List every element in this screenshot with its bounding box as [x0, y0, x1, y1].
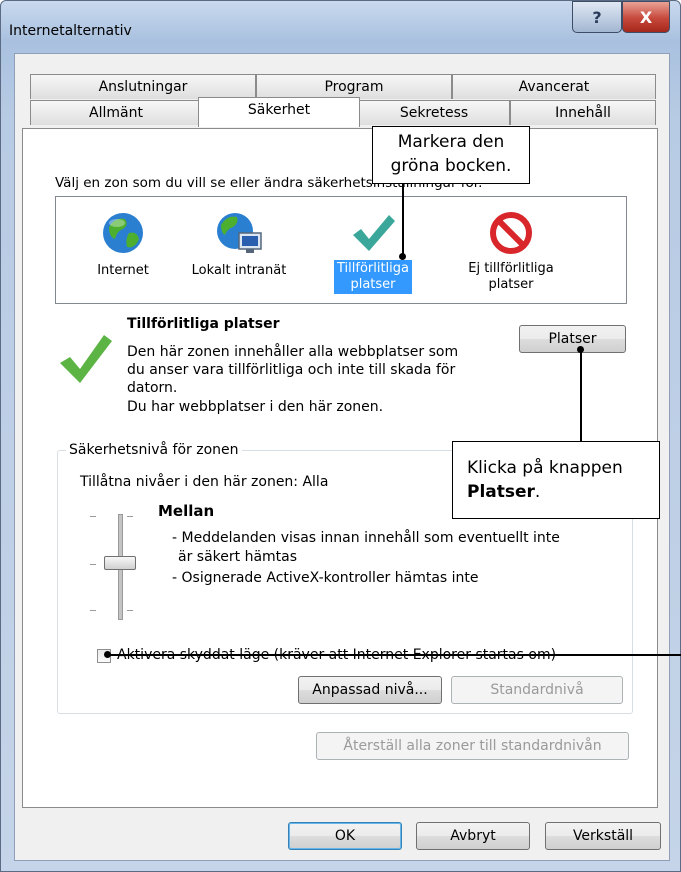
- slider-tick: [127, 516, 133, 517]
- tab-sakerhet[interactable]: Säkerhet: [198, 97, 360, 127]
- allowed-levels-label: Tillåtna nivåer i den här zonen: Alla: [80, 474, 329, 490]
- globe-icon: [103, 213, 143, 253]
- tab-sekretess[interactable]: Sekretess: [358, 100, 510, 125]
- callout-suffix: .: [534, 482, 541, 502]
- zone-title: Tillförlitliga platser: [127, 316, 280, 332]
- zone-label: Lokalt intranät: [191, 263, 287, 278]
- callout-line: Klicka på knappen: [467, 458, 623, 478]
- callout-line: gröna bocken.: [390, 156, 512, 176]
- zone-label: Internet: [97, 263, 149, 278]
- zone-ej-tillforlitliga[interactable]: Ej tillförlitliga platser: [446, 197, 576, 294]
- slider-tick: [127, 610, 133, 611]
- tab-innehall[interactable]: Innehåll: [510, 100, 656, 125]
- ok-button[interactable]: OK: [288, 822, 402, 850]
- level-desc-line: är säkert hämtas: [178, 549, 298, 565]
- callout-pointer-dot: [399, 253, 406, 260]
- zone-desc-line: du anser vara tillförlitliga och inte ti…: [127, 362, 456, 378]
- tab-program[interactable]: Program: [256, 74, 452, 99]
- close-button[interactable]: X: [622, 1, 670, 33]
- default-level-button[interactable]: Standardnivå: [451, 676, 623, 704]
- zone-label-line: platser: [350, 277, 396, 292]
- zone-label-line: platser: [488, 277, 534, 292]
- no-entry-icon: [490, 212, 532, 254]
- tab-allmant[interactable]: Allmänt: [30, 100, 202, 125]
- callout-pointer-line: [580, 349, 582, 442]
- zone-label-selected: Tillförlitliga platser: [333, 260, 412, 294]
- slider-tick: [90, 610, 96, 611]
- callout-pointer-dot: [104, 651, 111, 658]
- callout-pointer-line: [402, 183, 404, 257]
- reset-all-zones-button[interactable]: Återställ alla zoner till standardnivån: [316, 732, 629, 760]
- platser-button[interactable]: Platser: [519, 325, 626, 353]
- window-title: Internetalternativ: [9, 23, 132, 39]
- zone-desc-line: Den här zonen innehåller alla webbplatse…: [127, 344, 459, 360]
- tab-avancerat[interactable]: Avancerat: [452, 74, 656, 99]
- custom-level-button[interactable]: Anpassad nivå...: [298, 676, 442, 704]
- slider-tick: [90, 516, 96, 517]
- zone-desc-line: datorn.: [127, 380, 178, 396]
- tab-anslutningar[interactable]: Anslutningar: [30, 74, 256, 99]
- level-desc-line: - Meddelanden visas innan innehåll som e…: [172, 530, 560, 546]
- zone-tillforlitliga-platser[interactable]: Tillförlitliga platser: [318, 197, 428, 294]
- callout-checkmark: Markera den gröna bocken.: [372, 126, 530, 184]
- group-legend: Säkerhetsnivå för zonen: [66, 442, 242, 458]
- zone-label: Ej tillförlitliga platser: [465, 260, 557, 294]
- level-name: Mellan: [158, 502, 215, 520]
- zone-lokalt-intranat[interactable]: Lokalt intranät: [178, 197, 300, 280]
- callout-pointer-line: [108, 654, 681, 656]
- help-button[interactable]: ?: [572, 1, 622, 33]
- intranet-globe-icon: [217, 213, 262, 253]
- callout-pointer-dot: [577, 346, 584, 353]
- callout-line: Platser.: [467, 480, 659, 504]
- zone-label-line: Tillförlitliga: [336, 261, 409, 276]
- zone-desc-line: Du har webbplatser i den här zonen.: [127, 399, 384, 415]
- level-desc-line: - Osignerade ActiveX-kontroller hämtas i…: [172, 570, 479, 586]
- slider-tick: [90, 564, 96, 565]
- zone-internet[interactable]: Internet: [78, 197, 168, 280]
- zone-checkmark-icon: [60, 335, 112, 383]
- callout-bold-text: Platser: [467, 482, 535, 502]
- zone-list[interactable]: Internet Lokalt intranät Tillförlitliga p…: [55, 196, 627, 304]
- checkmark-icon: [353, 215, 395, 251]
- cancel-button[interactable]: Avbryt: [416, 822, 530, 850]
- apply-button[interactable]: Verkställ: [545, 822, 661, 850]
- callout-platser: Klicka på knappen Platser.: [452, 441, 660, 519]
- callout-line: Markera den: [397, 132, 505, 152]
- title-bar[interactable]: Internetalternativ ? X: [1, 1, 681, 51]
- security-slider-thumb[interactable]: [104, 556, 136, 570]
- zone-label-line: Ej tillförlitliga: [468, 261, 554, 276]
